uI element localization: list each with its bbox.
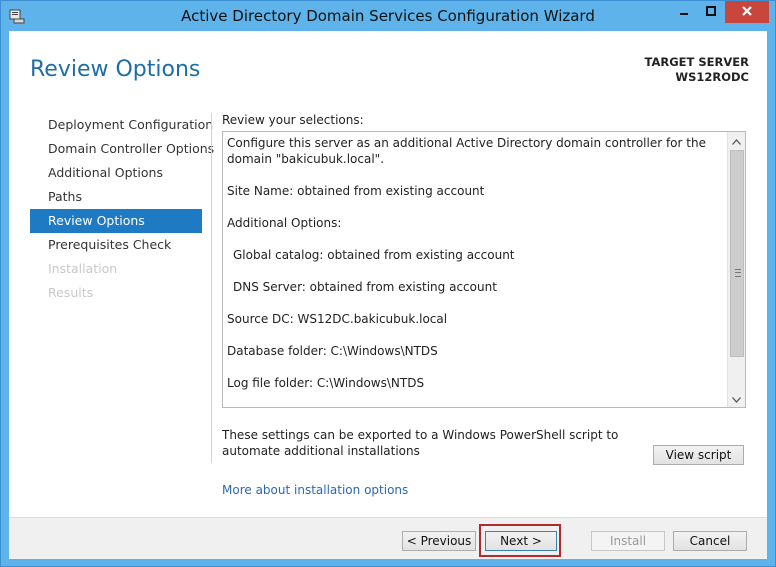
review-line: Database folder: C:\Windows\NTDS (227, 344, 438, 358)
nav-divider (211, 113, 212, 463)
nav-item-review-options[interactable]: Review Options (30, 209, 202, 233)
target-server: TARGET SERVER WS12RODC (645, 55, 749, 85)
cancel-button[interactable]: Cancel (673, 531, 747, 551)
wizard-footer: < Previous Next > Install Cancel (9, 517, 767, 559)
nav-item-paths[interactable]: Paths (30, 185, 202, 209)
grip-icon (735, 269, 741, 277)
maximize-button[interactable] (698, 1, 724, 23)
nav-item-deployment-configuration[interactable]: Deployment Configuration (30, 113, 213, 137)
nav-item-prerequisites-check[interactable]: Prerequisites Check (30, 233, 202, 257)
chevron-down-icon (732, 392, 741, 406)
minimize-icon (679, 5, 689, 19)
review-line: Log file folder: C:\Windows\NTDS (227, 376, 425, 390)
scroll-down-button[interactable] (728, 390, 745, 407)
review-line: Additional Options: (227, 216, 342, 230)
scroll-up-button[interactable] (728, 132, 745, 149)
review-line: DNS Server: obtained from existing accou… (233, 280, 497, 294)
wizard-nav: Deployment Configuration Domain Controll… (30, 113, 214, 305)
export-description: These settings can be exported to a Wind… (222, 428, 619, 458)
target-server-name: WS12RODC (675, 70, 749, 84)
review-line: Site Name: obtained from existing accoun… (227, 184, 485, 198)
review-line: Configure this server as an additional A… (227, 136, 706, 166)
close-button[interactable] (725, 1, 769, 23)
minimize-button[interactable] (671, 1, 697, 23)
view-script-button[interactable]: View script (653, 445, 744, 465)
nav-item-additional-options[interactable]: Additional Options (30, 161, 202, 185)
review-textbox[interactable]: Configure this server as an additional A… (222, 131, 746, 408)
install-button: Install (591, 531, 665, 551)
wizard-window: Active Directory Domain Services Configu… (0, 0, 776, 567)
close-icon (741, 5, 753, 20)
nav-item-domain-controller-options[interactable]: Domain Controller Options (30, 137, 214, 161)
nav-item-installation: Installation (48, 261, 118, 276)
wizard-content: Review Options TARGET SERVER WS12RODC De… (9, 31, 767, 559)
nav-item-results: Results (48, 285, 94, 300)
previous-button[interactable]: < Previous (402, 531, 476, 551)
scrollbar-thumb[interactable] (730, 150, 744, 357)
window-title: Active Directory Domain Services Configu… (181, 7, 595, 25)
maximize-icon (706, 5, 716, 19)
review-content: Configure this server as an additional A… (227, 135, 723, 407)
review-scrollbar[interactable] (727, 132, 745, 407)
page-title: Review Options (30, 57, 201, 82)
review-line: Source DC: WS12DC.bakicubuk.local (227, 312, 448, 326)
target-server-label: TARGET SERVER (644, 55, 749, 69)
review-label: Review your selections: (222, 113, 364, 127)
more-installation-options-link[interactable]: More about installation options (222, 483, 408, 497)
next-button[interactable]: Next > (485, 531, 557, 551)
chevron-up-icon (732, 134, 741, 148)
review-line: Global catalog: obtained from existing a… (233, 248, 515, 262)
title-bar[interactable]: Active Directory Domain Services Configu… (1, 1, 775, 31)
